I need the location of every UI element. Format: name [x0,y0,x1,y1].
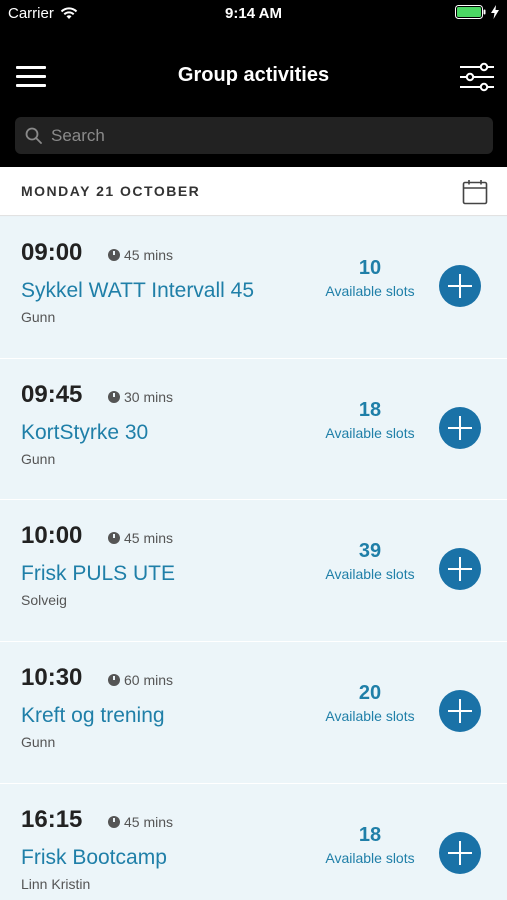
available-slots: 18 Available slots [325,399,415,442]
duration-label: 45 mins [124,247,174,263]
duration-label: 60 mins [124,672,174,689]
activity-instructor: Gunn [21,734,56,751]
activity-instructor: Gunn [21,450,56,467]
activity-title[interactable]: Frisk PULS UTE [21,562,175,586]
available-slots: 18 Available slots [325,824,415,867]
activity-time: 16:15 [21,805,83,833]
status-right [455,5,499,19]
charging-bolt-icon [491,5,499,19]
add-booking-button[interactable] [439,265,481,307]
activity-instructor: Linn Kristin [21,875,91,892]
activity-item[interactable]: 09:00 45 mins Sykkel WATT Intervall 45 G… [0,217,507,359]
available-slots: 39 Available slots [325,540,415,583]
duration-label: 30 mins [124,388,174,405]
activity-item[interactable]: 10:30 60 mins Kreft og trening Gunn 20 A… [0,642,507,784]
activity-time: 09:45 [21,380,83,408]
clock-icon [108,815,120,828]
duration-label: 45 mins [124,530,174,547]
app: Carrier 9:14 AM Group activities Search … [0,0,507,900]
slots-label: Available slots [325,566,415,583]
page-title: Group activities [177,64,330,86]
activity-item[interactable]: 16:15 45 mins Frisk Bootcamp Linn Kristi… [0,783,507,900]
activity-list: 09:00 45 mins Sykkel WATT Intervall 45 G… [0,217,507,900]
filter-sliders-icon[interactable] [459,62,495,92]
add-booking-button[interactable] [439,690,481,733]
activity-duration: 45 mins [108,530,173,546]
activity-title[interactable]: Sykkel WATT Intervall 45 [21,279,254,303]
date-header: MONDAY 21 OCTOBER [0,167,507,216]
nav-bar: Group activities [0,28,507,167]
activity-duration: 30 mins [108,389,173,405]
available-slots: 10 Available slots [325,257,415,300]
status-time: 9:14 AM [225,5,282,22]
activity-time: 09:00 [21,239,83,266]
activity-duration: 45 mins [108,247,173,263]
activity-item[interactable]: 09:45 30 mins KortStyrke 30 Gunn 18 Avai… [0,358,507,501]
date-label: MONDAY 21 OCTOBER [21,183,201,199]
activity-time: 10:00 [21,522,83,550]
battery-icon [455,5,486,19]
clock-icon [108,674,120,687]
slots-label: Available slots [325,849,415,866]
activity-duration: 60 mins [108,672,173,688]
slots-label: Available slots [325,424,415,441]
slots-label: Available slots [325,708,415,725]
activity-item[interactable]: 10:00 45 mins Frisk PULS UTE Solveig 39 … [0,500,507,643]
search-bar[interactable] [15,117,493,154]
activity-title[interactable]: KortStyrke 30 [21,421,148,445]
slots-count: 10 [358,257,382,279]
slots-count: 18 [358,398,382,421]
available-slots: 20 Available slots [325,682,415,725]
slots-count: 39 [358,540,382,563]
add-booking-button[interactable] [439,406,481,449]
status-bar: Carrier 9:14 AM [0,0,507,28]
activity-instructor: Gunn [21,309,56,325]
search-icon [25,127,42,144]
activity-title[interactable]: Frisk Bootcamp [21,846,167,870]
slots-count: 18 [358,823,382,846]
duration-label: 45 mins [124,813,174,830]
search-input[interactable] [51,125,471,146]
activity-title[interactable]: Kreft og trening [21,704,165,728]
clock-icon [108,249,120,261]
activity-time: 10:30 [21,664,83,692]
activity-instructor: Solveig [21,592,67,609]
clock-icon [108,532,120,545]
calendar-icon[interactable] [462,179,488,205]
slots-count: 20 [358,682,382,705]
activity-duration: 45 mins [108,814,173,830]
slots-label: Available slots [325,283,415,299]
add-booking-button[interactable] [439,548,481,591]
clock-icon [108,390,120,403]
add-booking-button[interactable] [439,831,481,874]
